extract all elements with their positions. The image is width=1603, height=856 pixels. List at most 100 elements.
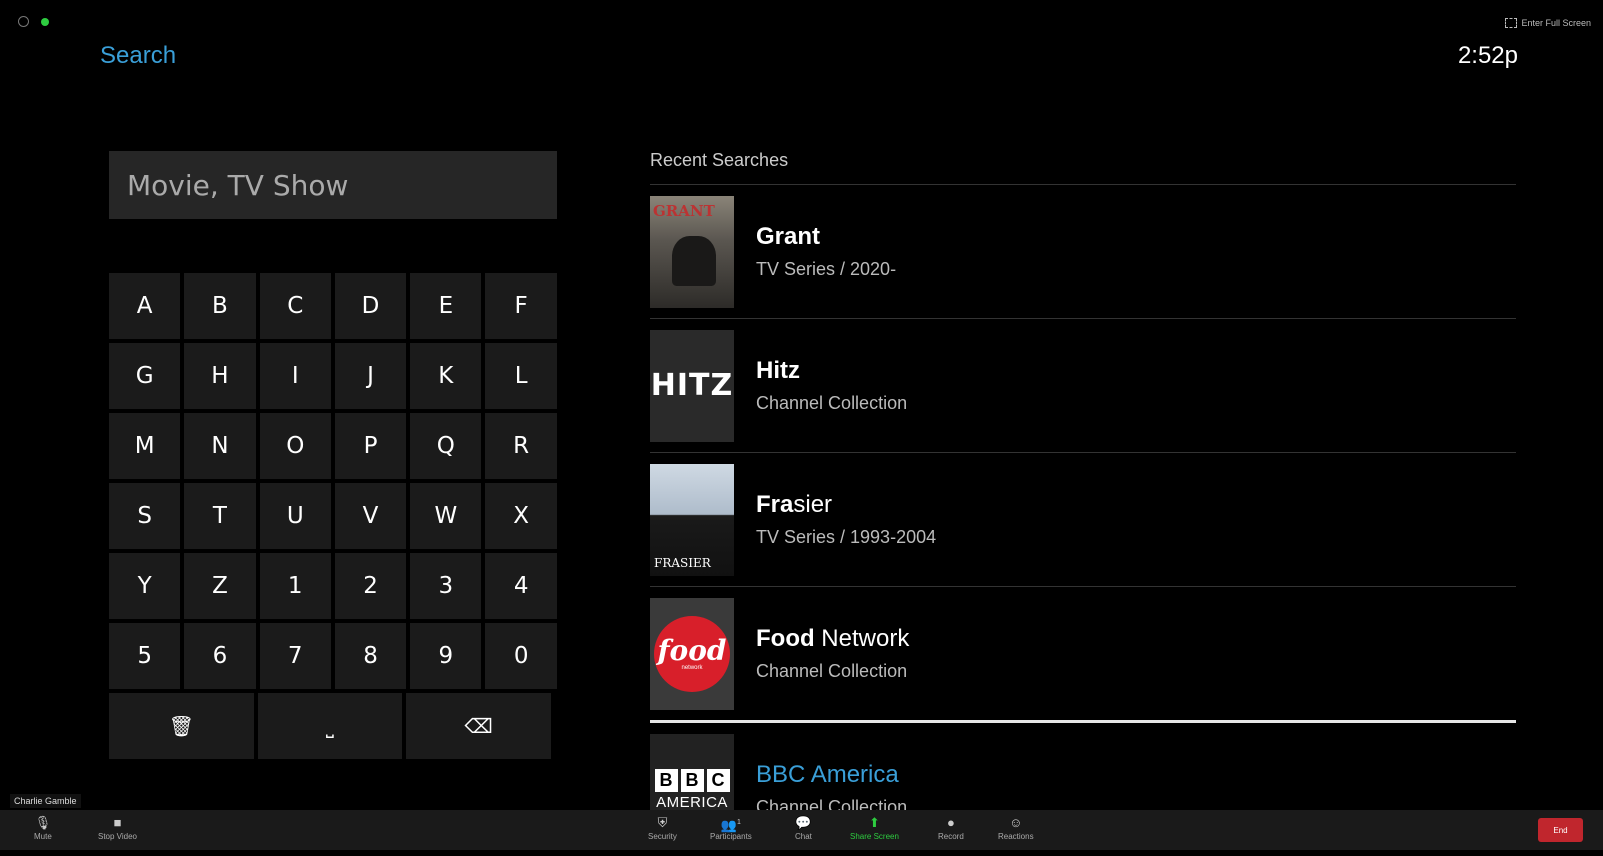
key-p[interactable]: P	[334, 413, 407, 479]
search-field[interactable]	[109, 151, 557, 219]
key-w[interactable]: W	[410, 483, 482, 549]
info-icon[interactable]	[18, 16, 29, 27]
reactions-button[interactable]: ☺ Reactions	[998, 814, 1034, 841]
keyboard-row: STUVWX	[109, 483, 557, 549]
key-7[interactable]: 7	[259, 623, 331, 689]
chat-button[interactable]: 💬 Chat	[795, 814, 812, 841]
hitz-logo: HITZ	[650, 329, 734, 442]
key-r[interactable]: R	[485, 413, 557, 479]
key-k[interactable]: K	[410, 343, 482, 409]
zoom-toolbar: 🎙 Mute ■ Stop Video ⛨ Security 👥1 Partic…	[0, 810, 1603, 850]
key-o[interactable]: O	[259, 413, 331, 479]
microphone-icon: 🎙	[34, 815, 52, 830]
search-input[interactable]	[109, 151, 557, 219]
key-e[interactable]: E	[410, 273, 482, 339]
security-button[interactable]: ⛨ Security	[648, 814, 677, 841]
key-n[interactable]: N	[184, 413, 256, 479]
key-4[interactable]: 4	[485, 553, 557, 619]
clear-button[interactable]: 🗑	[109, 693, 254, 759]
keyboard-row: YZ1234	[109, 553, 557, 619]
key-m[interactable]: M	[109, 413, 181, 479]
key-u[interactable]: U	[259, 483, 331, 549]
rider-silhouette	[672, 235, 716, 286]
key-i[interactable]: I	[259, 343, 331, 409]
item-subtitle: TV Series / 1993-2004	[756, 527, 937, 547]
backspace-icon: ⌫	[464, 714, 493, 738]
food-network-logo: food network	[650, 597, 734, 710]
item-subtitle: Channel Collection	[756, 661, 908, 681]
key-v[interactable]: V	[334, 483, 407, 549]
logo-text: AMERICA	[656, 793, 728, 811]
key-d[interactable]: D	[334, 273, 407, 339]
key-2[interactable]: 2	[334, 553, 407, 619]
page-title: Search	[100, 42, 177, 69]
participants-button[interactable]: 👥1 Participants	[710, 814, 752, 841]
key-l[interactable]: L	[485, 343, 557, 409]
key-3[interactable]: 3	[410, 553, 482, 619]
key-b[interactable]: B	[184, 273, 256, 339]
key-8[interactable]: 8	[334, 623, 407, 689]
key-6[interactable]: 6	[184, 623, 256, 689]
frasier-poster: FRASIER	[650, 463, 734, 576]
keyboard-action-row: 🗑 ⎵ ⌫	[109, 693, 557, 759]
backspace-button[interactable]: ⌫	[406, 693, 551, 759]
logo-text: food	[657, 633, 727, 667]
item-subtitle: TV Series / 2020-	[756, 259, 897, 279]
key-f[interactable]: F	[485, 273, 557, 339]
key-9[interactable]: 9	[410, 623, 482, 689]
logo-text: HITZ	[650, 368, 734, 403]
item-title: BBC America	[756, 761, 899, 788]
key-1[interactable]: 1	[259, 553, 331, 619]
poster-title: GRANT	[653, 201, 715, 220]
clock: 2:52p	[1457, 42, 1518, 69]
share-screen-button[interactable]: ⬆ Share Screen	[850, 814, 899, 841]
key-a[interactable]: A	[109, 273, 181, 339]
grant-poster: GRANT	[650, 195, 734, 308]
key-5[interactable]: 5	[109, 623, 181, 689]
logo-letter: B	[680, 768, 704, 792]
logo-subtext: network	[681, 664, 703, 671]
key-t[interactable]: T	[184, 483, 256, 549]
logo-letter: C	[706, 768, 730, 792]
recent-item-frasier[interactable]: FRASIER Frasier TV Series / 1993-2004	[650, 453, 1516, 586]
recent-item-food-network[interactable]: food network Food Network Channel Collec…	[650, 587, 1516, 720]
stop-video-button[interactable]: ■ Stop Video	[98, 814, 137, 841]
video-camera-icon: ■	[113, 815, 122, 830]
record-button[interactable]: ● Record	[938, 814, 964, 841]
key-j[interactable]: J	[334, 343, 407, 409]
keyboard-row: ABCDEF	[109, 273, 557, 339]
end-meeting-button[interactable]: End	[1538, 818, 1583, 842]
encryption-shield-icon[interactable]	[41, 17, 49, 26]
participants-icon: 👥1	[720, 817, 741, 833]
key-h[interactable]: H	[184, 343, 256, 409]
logo-letter: B	[654, 768, 678, 792]
enter-fullscreen-button[interactable]: Enter Full Screen	[1505, 18, 1591, 28]
trash-icon: 🗑	[168, 714, 194, 738]
key-c[interactable]: C	[259, 273, 331, 339]
zoom-status-indicators	[18, 16, 49, 27]
key-y[interactable]: Y	[109, 553, 181, 619]
space-button[interactable]: ⎵	[257, 693, 403, 759]
recent-item-hitz[interactable]: HITZ Hitz Channel Collection	[650, 319, 1516, 452]
recent-searches-list: GRANT Grant TV Series / 2020- HITZ Hitz …	[650, 184, 1516, 856]
item-title: Grant	[756, 223, 821, 250]
recent-item-grant[interactable]: GRANT Grant TV Series / 2020-	[650, 185, 1516, 318]
item-title: Food Network	[756, 625, 910, 652]
on-screen-keyboard: A B C D E F G H I J K L M N O P Q R S T U V W X Y Z 1 2 3 4 5 6 7 8 9 0 🗑 ⎵ ⌫	[109, 273, 557, 763]
space-icon: ⎵	[325, 714, 334, 738]
key-q[interactable]: Q	[410, 413, 482, 479]
participant-name-tag: Charlie Gamble	[10, 794, 81, 808]
key-x[interactable]: X	[485, 483, 557, 549]
recent-searches-heading: Recent Searches	[650, 150, 789, 170]
record-icon: ●	[946, 815, 955, 830]
key-s[interactable]: S	[109, 483, 181, 549]
key-0[interactable]: 0	[485, 623, 557, 689]
keyboard-row: 567890	[109, 623, 557, 689]
keyboard-row: MNOPQR	[109, 413, 557, 479]
key-z[interactable]: Z	[184, 553, 256, 619]
emoji-icon: ☺	[1009, 815, 1023, 830]
key-g[interactable]: G	[109, 343, 181, 409]
shield-icon: ⛨	[657, 815, 668, 830]
keyboard-row: GHIJKL	[109, 343, 557, 409]
mute-button[interactable]: 🎙 Mute	[34, 814, 52, 841]
